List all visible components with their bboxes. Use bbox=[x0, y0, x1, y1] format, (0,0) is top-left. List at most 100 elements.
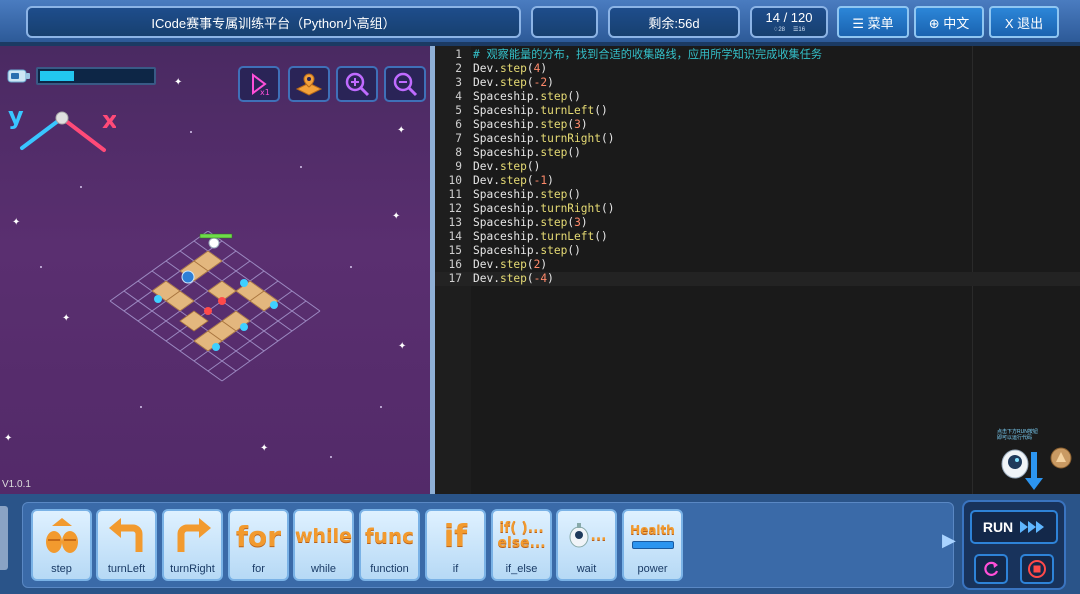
turn-right-icon bbox=[166, 513, 219, 559]
code-line[interactable]: 13 Spaceship.step(3) bbox=[435, 216, 1080, 230]
block-for[interactable]: for for bbox=[228, 509, 289, 581]
version-label: V1.0.1 bbox=[2, 479, 31, 490]
block-turn-left[interactable]: turnLeft bbox=[96, 509, 157, 581]
if-else-icon: if( )... else... bbox=[495, 513, 548, 559]
speed-button[interactable]: x1 bbox=[238, 66, 280, 102]
block-turn-right[interactable]: turnRight bbox=[162, 509, 223, 581]
code-text[interactable]: Spaceship.turnRight() bbox=[473, 202, 614, 216]
code-text[interactable]: Spaceship.step() bbox=[473, 90, 581, 104]
code-line[interactable]: 6 Spaceship.step(3) bbox=[435, 118, 1080, 132]
code-text[interactable]: # 观察能量的分布，找到合适的收集路线，应用所学知识完成收集任务 bbox=[473, 48, 822, 62]
line-number: 7 bbox=[455, 132, 462, 145]
block-function[interactable]: func function bbox=[359, 509, 420, 581]
power-icon: Health bbox=[626, 513, 679, 559]
code-text[interactable]: Dev.step(-1) bbox=[473, 174, 554, 188]
svg-text:x1: x1 bbox=[260, 88, 270, 97]
if-else-glyph-1: if( )... bbox=[499, 520, 544, 537]
code-line[interactable]: 15 Spaceship.step() bbox=[435, 244, 1080, 258]
code-line[interactable]: 4 Spaceship.step() bbox=[435, 90, 1080, 104]
run-button[interactable]: RUN bbox=[970, 510, 1058, 544]
star: ✦ bbox=[397, 125, 406, 136]
code-line[interactable]: 12 Spaceship.turnRight() bbox=[435, 202, 1080, 216]
line-number: 2 bbox=[455, 62, 462, 75]
game-viewport[interactable]: ✦ ✦ ✦ ✦ ✦ ✦ ✦ ✦ x1 y x V1.0.1 bbox=[0, 46, 430, 494]
line-number: 14 bbox=[448, 230, 462, 243]
top-bar: ICode赛事专属训练平台（Python小高组） 剩余:56d 14 / 120… bbox=[0, 0, 1080, 44]
block-step[interactable]: step bbox=[31, 509, 92, 581]
code-line[interactable]: 16 Dev.step(2) bbox=[435, 258, 1080, 272]
code-line[interactable]: 5 Spaceship.turnLeft() bbox=[435, 104, 1080, 118]
function-icon: func bbox=[363, 513, 416, 559]
block-power[interactable]: Health power bbox=[622, 509, 683, 581]
line-number: 12 bbox=[448, 202, 462, 215]
block-palette: step turnLeft turnRight for for while wh… bbox=[22, 502, 954, 588]
zoom-in-icon bbox=[345, 72, 370, 97]
code-line[interactable]: 14 Spaceship.turnLeft() bbox=[435, 230, 1080, 244]
code-line[interactable]: 7 Spaceship.turnRight() bbox=[435, 132, 1080, 146]
code-text[interactable]: Dev.step() bbox=[473, 160, 540, 174]
code-text[interactable]: Spaceship.turnLeft() bbox=[473, 230, 608, 244]
code-text[interactable]: Dev.step(2) bbox=[473, 258, 547, 272]
star: ✦ bbox=[392, 211, 401, 222]
block-if[interactable]: if if bbox=[425, 509, 486, 581]
zoom-out-button[interactable] bbox=[384, 66, 426, 102]
block-if-else[interactable]: if( )... else... if_else bbox=[491, 509, 552, 581]
block-wait[interactable]: ... wait bbox=[556, 509, 617, 581]
while-glyph: while bbox=[295, 525, 352, 547]
zoom-out-icon bbox=[393, 72, 418, 97]
code-line[interactable]: 8 Spaceship.step() bbox=[435, 146, 1080, 160]
code-line[interactable]: 10 Dev.step(-1) bbox=[435, 174, 1080, 188]
code-text[interactable]: Spaceship.turnRight() bbox=[473, 132, 614, 146]
code-text[interactable]: Spaceship.step() bbox=[473, 244, 581, 258]
chevron-right-icon[interactable]: ▶ bbox=[942, 530, 956, 551]
code-text[interactable]: Dev.step(-4) bbox=[473, 272, 554, 286]
code-text[interactable]: Dev.step(-2) bbox=[473, 76, 554, 90]
if-else-glyph-2: else... bbox=[497, 535, 546, 551]
block-label: if bbox=[452, 563, 459, 575]
star: ✦ bbox=[4, 433, 13, 444]
energy-fill bbox=[40, 71, 74, 81]
toolbar-collapse-tab[interactable] bbox=[0, 506, 8, 570]
menu-button[interactable]: ☰ 菜单 bbox=[837, 6, 909, 38]
star-dot bbox=[350, 266, 352, 268]
block-label: turnLeft bbox=[107, 563, 146, 575]
code-text[interactable]: Spaceship.step() bbox=[473, 146, 581, 160]
star: ✦ bbox=[260, 443, 269, 454]
code-text[interactable]: Spaceship.step(3) bbox=[473, 216, 588, 230]
reset-button[interactable] bbox=[974, 554, 1008, 584]
exit-button[interactable]: X 退出 bbox=[989, 6, 1059, 38]
function-glyph: func bbox=[364, 524, 415, 548]
code-line[interactable]: 9 Dev.step() bbox=[435, 160, 1080, 174]
language-button[interactable]: ⊕ 中文 bbox=[914, 6, 984, 38]
language-button-label: ⊕ 中文 bbox=[928, 15, 970, 31]
block-while[interactable]: while while bbox=[293, 509, 354, 581]
speed-icon: x1 bbox=[252, 73, 270, 97]
code-line[interactable]: 1 # 观察能量的分布，找到合适的收集路线，应用所学知识完成收集任务 bbox=[435, 48, 1080, 62]
code-text[interactable]: Spaceship.step(3) bbox=[473, 118, 588, 132]
block-label: if_else bbox=[505, 563, 538, 575]
exit-button-label: X 退出 bbox=[1004, 15, 1044, 31]
map-button[interactable] bbox=[288, 66, 330, 102]
menu-button-label: ☰ 菜单 bbox=[852, 15, 894, 31]
axis-indicator: y x bbox=[8, 102, 116, 152]
code-line[interactable]: 17 Dev.step(-4) bbox=[435, 272, 1080, 286]
stop-button[interactable] bbox=[1020, 554, 1054, 584]
star-dot bbox=[380, 406, 382, 408]
zoom-in-button[interactable] bbox=[336, 66, 378, 102]
block-label: turnRight bbox=[170, 563, 215, 575]
code-editor[interactable]: 1 # 观察能量的分布，找到合适的收集路线，应用所学知识完成收集任务 2 Dev.st… bbox=[435, 46, 1080, 494]
code-line[interactable]: 2 Dev.step(4) bbox=[435, 62, 1080, 76]
code-text[interactable]: Dev.step(4) bbox=[473, 62, 547, 76]
star-dot bbox=[140, 406, 142, 408]
code-text[interactable]: Spaceship.turnLeft() bbox=[473, 104, 608, 118]
code-line[interactable]: 11 Spaceship.step() bbox=[435, 188, 1080, 202]
wait-glyph: ... bbox=[590, 528, 607, 544]
for-glyph: for bbox=[235, 519, 282, 553]
line-number: 1 bbox=[455, 48, 462, 61]
robot-assistant[interactable] bbox=[995, 428, 1075, 492]
progress-sub-b: ☰16 bbox=[793, 27, 806, 33]
line-number: 9 bbox=[455, 160, 462, 173]
code-line[interactable]: 3 Dev.step(-2) bbox=[435, 76, 1080, 90]
run-button-label: RUN bbox=[982, 519, 1014, 535]
code-text[interactable]: Spaceship.step() bbox=[473, 188, 581, 202]
